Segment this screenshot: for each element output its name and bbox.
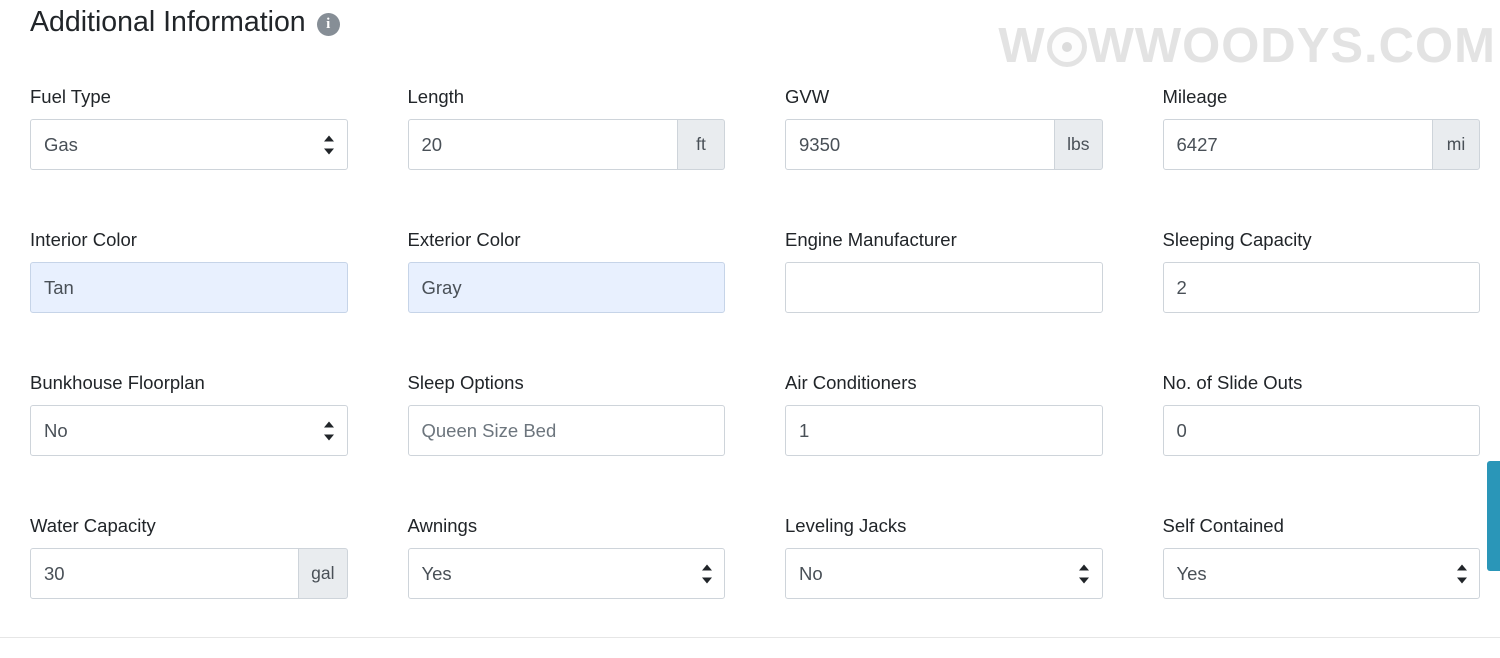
field-slide-outs: No. of Slide Outs <box>1133 372 1500 515</box>
leveling-jacks-control-group: No <box>785 548 1103 599</box>
slide-outs-input[interactable] <box>1163 405 1481 456</box>
leveling-jacks-label: Leveling Jacks <box>785 515 1103 537</box>
mileage-input[interactable] <box>1163 119 1434 170</box>
feedback-side-tab[interactable] <box>1487 461 1500 571</box>
exterior-color-input[interactable] <box>408 262 726 313</box>
awnings-control-group: Yes <box>408 548 726 599</box>
self-contained-control-group: Yes <box>1163 548 1481 599</box>
interior-color-input[interactable] <box>30 262 348 313</box>
field-interior-color: Interior Color <box>0 229 378 372</box>
awnings-select[interactable]: Yes <box>408 548 726 599</box>
length-unit-addon: ft <box>677 119 725 170</box>
engine-manufacturer-label: Engine Manufacturer <box>785 229 1103 251</box>
mileage-label: Mileage <box>1163 86 1481 108</box>
length-control-group: ft <box>408 119 726 170</box>
field-length: Length ft <box>378 86 756 229</box>
sleeping-capacity-label: Sleeping Capacity <box>1163 229 1481 251</box>
length-input[interactable] <box>408 119 679 170</box>
info-circle-icon[interactable]: i <box>317 13 340 36</box>
watermark-text-before: W <box>998 22 1045 71</box>
sleeping-capacity-control-group <box>1163 262 1481 313</box>
self-contained-label: Self Contained <box>1163 515 1481 537</box>
air-conditioners-control-group <box>785 405 1103 456</box>
water-capacity-input[interactable] <box>30 548 299 599</box>
fuel-type-label: Fuel Type <box>30 86 348 108</box>
watermark-text-after: WWOODYS.COM <box>1088 22 1496 71</box>
leveling-jacks-select-wrapper: No <box>785 548 1103 599</box>
slide-outs-label: No. of Slide Outs <box>1163 372 1481 394</box>
awnings-label: Awnings <box>408 515 726 537</box>
mileage-unit-addon: mi <box>1432 119 1480 170</box>
field-fuel-type: Fuel Type Gas <box>0 86 378 229</box>
additional-information-form: Fuel Type Gas Length ft GVW lbs Mileage mi Inter… <box>0 86 1500 658</box>
air-conditioners-input[interactable] <box>785 405 1103 456</box>
engine-manufacturer-input[interactable] <box>785 262 1103 313</box>
self-contained-select-wrapper: Yes <box>1163 548 1481 599</box>
field-air-conditioners: Air Conditioners <box>755 372 1133 515</box>
field-engine-manufacturer: Engine Manufacturer <box>755 229 1133 372</box>
interior-color-label: Interior Color <box>30 229 348 251</box>
mileage-control-group: mi <box>1163 119 1481 170</box>
water-capacity-control-group: gal <box>30 548 348 599</box>
bunkhouse-floorplan-control-group: No <box>30 405 348 456</box>
field-sleep-options: Sleep Options <box>378 372 756 515</box>
field-gvw: GVW lbs <box>755 86 1133 229</box>
bunkhouse-floorplan-select[interactable]: No <box>30 405 348 456</box>
target-bullseye-icon <box>1047 27 1087 67</box>
interior-color-control-group <box>30 262 348 313</box>
page-title: Additional Information <box>30 5 306 39</box>
sleeping-capacity-input[interactable] <box>1163 262 1481 313</box>
section-divider <box>0 637 1500 638</box>
exterior-color-label: Exterior Color <box>408 229 726 251</box>
sleep-options-input[interactable] <box>408 405 726 456</box>
field-sleeping-capacity: Sleeping Capacity <box>1133 229 1500 372</box>
gvw-label: GVW <box>785 86 1103 108</box>
fuel-type-control-group: Gas <box>30 119 348 170</box>
engine-manufacturer-control-group <box>785 262 1103 313</box>
gvw-unit-addon: lbs <box>1054 119 1102 170</box>
gvw-control-group: lbs <box>785 119 1103 170</box>
sleep-options-label: Sleep Options <box>408 372 726 394</box>
leveling-jacks-select[interactable]: No <box>785 548 1103 599</box>
water-capacity-unit-addon: gal <box>298 548 347 599</box>
fuel-type-select-wrapper: Gas <box>30 119 348 170</box>
bunkhouse-floorplan-label: Bunkhouse Floorplan <box>30 372 348 394</box>
field-mileage: Mileage mi <box>1133 86 1500 229</box>
gvw-input[interactable] <box>785 119 1055 170</box>
field-exterior-color: Exterior Color <box>378 229 756 372</box>
length-label: Length <box>408 86 726 108</box>
slide-outs-control-group <box>1163 405 1481 456</box>
section-header: Additional Information i <box>30 5 340 39</box>
self-contained-select[interactable]: Yes <box>1163 548 1481 599</box>
site-watermark: W WWOODYS.COM <box>998 22 1496 71</box>
field-bunkhouse-floorplan: Bunkhouse Floorplan No <box>0 372 378 515</box>
sleep-options-control-group <box>408 405 726 456</box>
exterior-color-control-group <box>408 262 726 313</box>
fuel-type-select[interactable]: Gas <box>30 119 348 170</box>
bunkhouse-floorplan-select-wrapper: No <box>30 405 348 456</box>
water-capacity-label: Water Capacity <box>30 515 348 537</box>
air-conditioners-label: Air Conditioners <box>785 372 1103 394</box>
awnings-select-wrapper: Yes <box>408 548 726 599</box>
